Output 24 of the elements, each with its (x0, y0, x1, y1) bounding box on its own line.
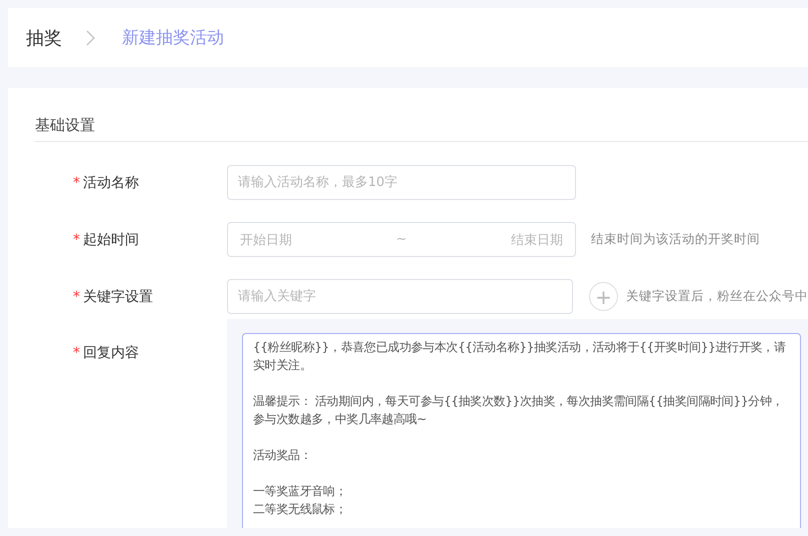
text-line: {{粉丝昵称}}，恭喜您已成功参与本次{{活动名称}}抽奖活动，活动将于{{开奖时间}}进行开奖，请实时关注。 (253, 339, 787, 374)
date-range-field[interactable]: 开始日期 ~ 结束日期 (227, 222, 576, 257)
field-label: 关键字设置 (83, 288, 153, 306)
required-asterisk: * (73, 232, 80, 248)
breadcrumb-link[interactable]: 抽奖 (26, 26, 62, 50)
chevron-right-icon (86, 30, 96, 46)
required-asterisk: * (73, 288, 80, 304)
hint-text: 关键字设置后，粉丝在公众号中 (626, 288, 808, 305)
hint-text: 结束时间为该活动的开奖时间 (591, 231, 760, 248)
text-area[interactable]: {{粉丝昵称}}，恭喜您已成功参与本次{{活动名称}}抽奖活动，活动将于{{开奖时间}}进行开奖，请实时关注。 温馨提示： 活动期间内，每天可参与{{抽奖次数}}次抽奖，每次抽奖需间隔{{抽奖间隔时间}}分钟，参与次数越多，中奖几率越高哦~ 活动奖品： 一等奖蓝牙音响； 二等奖无线鼠标； (242, 333, 801, 528)
required-asterisk: * (73, 174, 80, 190)
add-button[interactable]: + (589, 282, 618, 311)
text-line: 二等奖无线鼠标； (253, 501, 348, 518)
text-line: 温馨提示： 活动期间内，每天可参与{{抽奖次数}}次抽奖，每次抽奖需间隔{{抽奖间隔时间}}分钟，参与次数越多，中奖几率越高哦~ (253, 393, 784, 428)
text-line: 活动奖品： (253, 447, 313, 464)
input-field[interactable]: 请输入活动名称，最多10字 (227, 165, 576, 200)
breadcrumb-link[interactable]: 新建抽奖活动 (122, 26, 224, 49)
section-title: 基础设置 (35, 116, 808, 142)
field-label: 回复内容 (83, 344, 139, 362)
text-line: 一等奖蓝牙音响； (253, 483, 348, 500)
input-field[interactable]: 请输入关键字 (227, 279, 573, 314)
required-asterisk: * (73, 345, 80, 361)
field-label: 起始时间 (83, 230, 139, 248)
field-label: 活动名称 (83, 174, 139, 192)
